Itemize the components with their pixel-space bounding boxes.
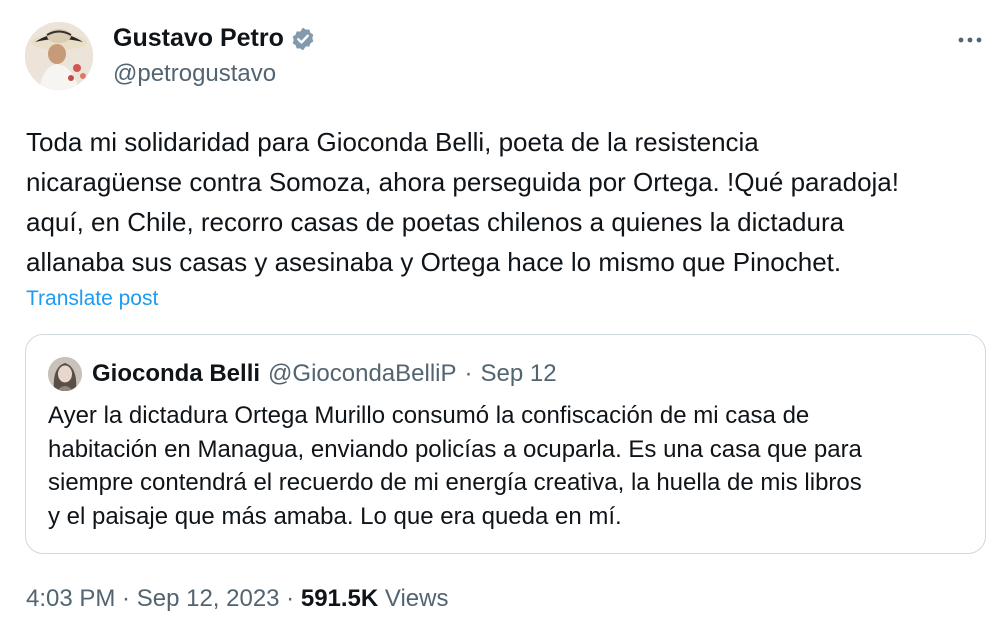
quoted-author-handle[interactable]: @GiocondaBelliP [268, 360, 456, 388]
tweet-text-line: nicaragüense contra Somoza, ahora perseg… [26, 167, 899, 197]
dot-separator: · [115, 585, 137, 612]
author-display-name[interactable]: Gustavo Petro [113, 24, 284, 53]
tweet-text-line: allanaba sus casas y asesinaba y Ortega … [26, 247, 842, 277]
quoted-text-line: siempre contendrá el recuerdo de mi ener… [48, 469, 862, 496]
author-handle[interactable]: @petrogustavo [113, 60, 276, 88]
author-name-row: Gustavo Petro [113, 24, 316, 53]
quoted-author-name[interactable]: Gioconda Belli [92, 360, 260, 388]
dot-separator: · [279, 585, 301, 612]
quoted-text-line: Ayer la dictadura Ortega Murillo consumó… [48, 402, 810, 429]
tweet-container: Gustavo Petro @petrogustavo Toda mi soli… [0, 0, 1008, 640]
quoted-text-line: y el paisaje que más amaba. Lo que era q… [48, 502, 622, 530]
translate-post-link[interactable]: Translate post [26, 287, 158, 311]
views-label[interactable]: Views [378, 585, 449, 612]
quoted-author-avatar[interactable] [48, 357, 82, 391]
quoted-tweet-text: Ayer la dictadura Ortega Murillo consumó… [48, 399, 963, 533]
verified-badge-icon[interactable] [290, 26, 316, 52]
quoted-tweet-header: Gioconda Belli @GiocondaBelliP · Sep 12 [48, 357, 557, 391]
author-avatar[interactable] [25, 22, 93, 90]
views-count[interactable]: 591.5K [301, 585, 378, 612]
tweet-text-line: aquí, en Chile, recorro casas de poetas … [26, 207, 845, 237]
tweet-text-line: Toda mi solidaridad para Gioconda Belli,… [26, 127, 759, 157]
tweet-time[interactable]: 4:03 PM [26, 585, 115, 612]
tweet-meta-row: 4:03 PM · Sep 12, 2023 · 591.5K Views [26, 585, 449, 613]
quoted-tweet-card[interactable]: Gioconda Belli @GiocondaBelliP · Sep 12 … [25, 334, 986, 554]
tweet-date[interactable]: Sep 12, 2023 [137, 585, 280, 612]
quoted-text-line: habitación en Managua, enviando policías… [48, 435, 862, 463]
quoted-tweet-date[interactable]: Sep 12 [481, 360, 557, 388]
dot-separator: · [464, 360, 473, 387]
more-horizontal-icon[interactable] [954, 26, 986, 54]
tweet-text: Toda mi solidaridad para Gioconda Belli,… [26, 122, 986, 282]
